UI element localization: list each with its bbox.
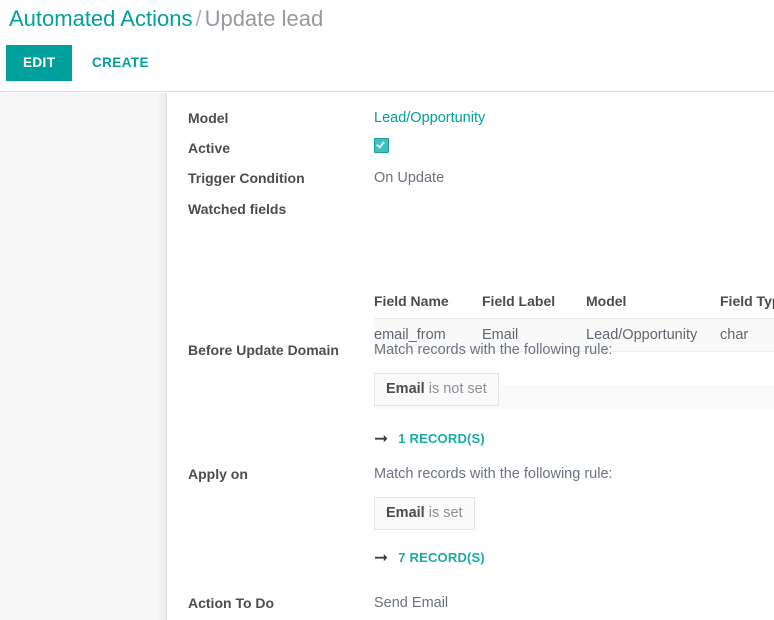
field-value-trigger-condition: On Update [374,168,444,188]
before-update-domain-rule-operator: is not set [429,381,487,397]
breadcrumb-current: Update lead [205,6,324,31]
before-update-domain-intro: Match records with the following rule: [374,340,613,360]
column-header-field-type[interactable]: Field Type [720,293,774,319]
breadcrumb-separator: / [192,6,204,31]
left-side-panel [0,93,167,620]
field-label-apply-on: Apply on [188,464,378,484]
column-header-field-name[interactable]: Field Name [374,293,482,319]
cell-field-type: char [720,319,774,352]
field-value-action-to-do: Send Email [374,593,448,613]
field-label-active: Active [188,138,378,158]
before-update-domain-record-count: 1 RECORD(S) [398,429,485,449]
apply-on-rule-operator: is set [429,505,463,521]
field-label-model: Model [188,108,378,128]
column-header-model[interactable]: Model [586,293,720,319]
create-button[interactable]: CREATE [80,45,161,81]
apply-on-record-link[interactable]: ➞ 7 RECORD(S) [374,548,485,568]
edit-button[interactable]: EDIT [6,45,72,81]
breadcrumb: Automated Actions/Update lead [9,4,323,34]
arrow-right-icon: ➞ [374,429,388,449]
app-header: Automated Actions/Update lead EDIT CREAT… [0,0,774,92]
before-update-domain-rule-field: Email [386,381,425,397]
field-value-model[interactable]: Lead/Opportunity [374,108,485,128]
apply-on-rule-field: Email [386,505,425,521]
field-label-trigger-condition: Trigger Condition [188,168,378,188]
field-label-before-update-domain: Before Update Domain [188,340,378,360]
active-checkbox[interactable] [374,138,389,153]
column-header-field-label[interactable]: Field Label [482,293,586,319]
before-update-domain-record-link[interactable]: ➞ 1 RECORD(S) [374,429,485,449]
apply-on-intro: Match records with the following rule: [374,464,613,484]
table-header-row: Field Name Field Label Model Field Type [374,293,774,319]
arrow-right-icon: ➞ [374,548,388,568]
record-form: Model Lead/Opportunity Active Trigger Co… [168,93,774,620]
breadcrumb-root-link[interactable]: Automated Actions [9,6,192,31]
before-update-domain-rule[interactable]: Email is not set [374,373,499,406]
apply-on-record-count: 7 RECORD(S) [398,548,485,568]
field-label-action-to-do: Action To Do [188,593,378,613]
field-label-watched-fields: Watched fields [188,199,378,219]
apply-on-rule[interactable]: Email is set [374,497,475,530]
checkmark-icon [376,139,385,148]
